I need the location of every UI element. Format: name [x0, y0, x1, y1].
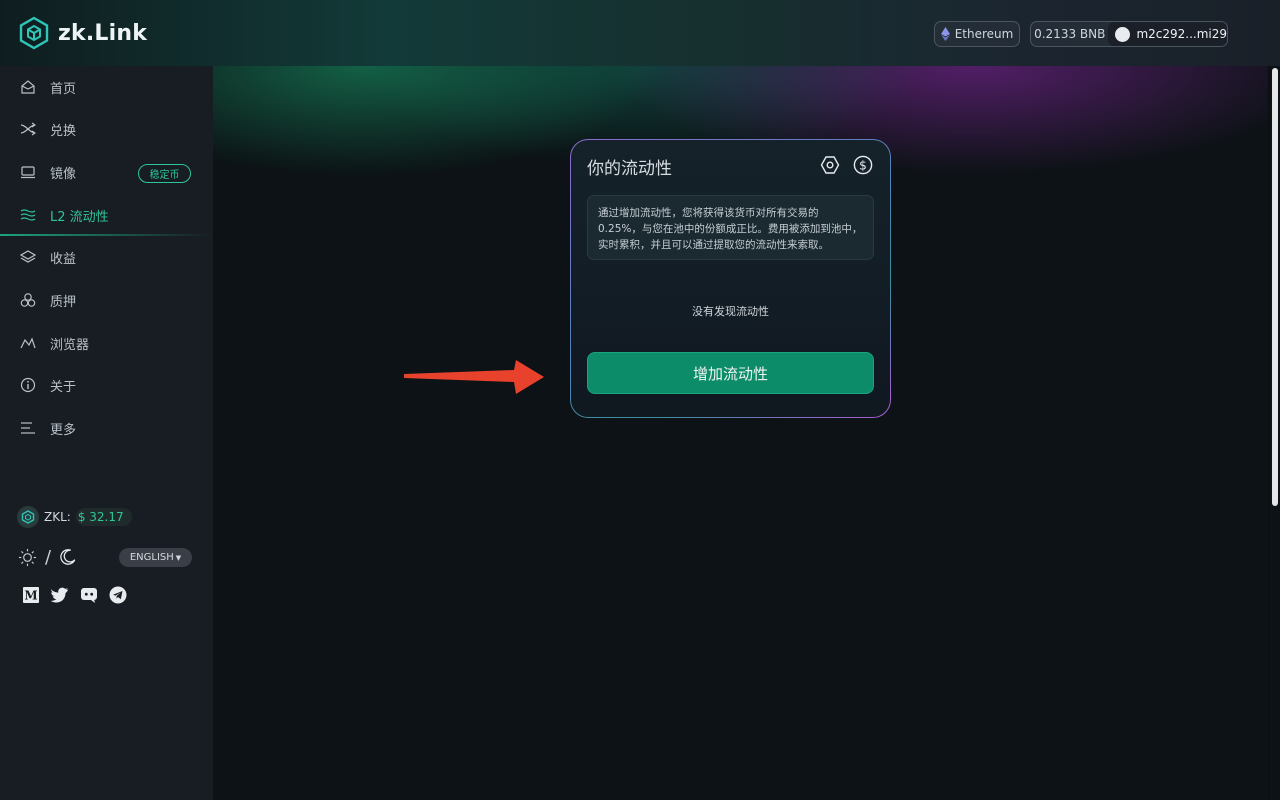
sidebar-item-label: 兑换 [50, 123, 77, 139]
network-label: Ethereum [954, 27, 1014, 41]
sidebar-item-label: 浏览器 [50, 337, 90, 353]
sidebar-item-earnings[interactable]: 收益 [0, 236, 213, 278]
sidebar-item-staking[interactable]: 质押 [0, 279, 213, 321]
brand-name: zk.Link [58, 20, 148, 46]
language-selector[interactable]: ENGLISH ▼ [119, 548, 192, 567]
sidebar-item-label: 关于 [50, 379, 77, 395]
wallet-widget[interactable]: 0.2133 BNB m2c292...mi29 [1030, 21, 1228, 47]
waves-icon [20, 209, 36, 221]
sidebar-item-label: 收益 [50, 251, 77, 267]
add-liquidity-button[interactable]: 增加流动性 [587, 352, 874, 394]
avatar [1115, 26, 1131, 42]
sidebar-item-explorer[interactable]: 浏览器 [0, 322, 213, 364]
sidebar-item-label: L2 流动性 [50, 209, 109, 225]
dollar-coin-icon[interactable]: $ [853, 155, 873, 175]
network-selector[interactable]: Ethereum [934, 21, 1020, 47]
liquidity-info-text: 通过增加流动性，您将获得该货币对所有交易的 0.25%，与您在池中的份额成正比。… [587, 195, 874, 260]
liquidity-card-body: 你的流动性 $ 通过增加流动性，您将获得该货币对所有交易的 0.25%，与您在池… [571, 140, 890, 417]
zkl-price: $ 32.17 [75, 508, 132, 526]
settings-hex-icon[interactable] [820, 155, 840, 175]
zkl-label: ZKL: [44, 510, 71, 524]
theme-separator: / [45, 546, 52, 568]
laptop-icon [21, 166, 35, 179]
app-header: zk.Link Ethereum 0.2133 BNB m2c292...mi2… [0, 0, 1280, 66]
telegram-icon[interactable] [109, 586, 127, 604]
svg-text:M: M [24, 589, 37, 603]
zkl-token-icon [17, 506, 39, 528]
info-icon [20, 377, 36, 393]
card-title: 你的流动性 [587, 159, 672, 179]
chart-line-icon [20, 337, 36, 349]
caret-down-icon: ▼ [175, 553, 182, 562]
sidebar-item-home[interactable]: 首页 [0, 66, 213, 108]
wallet-address-button[interactable]: m2c292...mi29 [1108, 22, 1227, 46]
layers-icon [20, 250, 36, 263]
sidebar-item-l2-liquidity[interactable]: L2 流动性 [0, 194, 213, 236]
arrow-annotation-icon [404, 360, 544, 394]
language-label: ENGLISH [129, 552, 174, 563]
zklink-logo-icon [19, 16, 49, 50]
medium-icon[interactable]: M [22, 586, 40, 604]
wallet-address: m2c292...mi29 [1136, 27, 1227, 41]
moon-icon[interactable] [59, 548, 77, 566]
wallet-balance: 0.2133 BNB [1034, 27, 1106, 41]
sidebar-item-label: 镜像 [50, 166, 77, 182]
stablecoin-badge[interactable]: 稳定币 [138, 164, 191, 183]
sidebar-item-about[interactable]: 关于 [0, 364, 213, 406]
scrollbar-thumb[interactable] [1272, 68, 1278, 506]
home-icon [21, 80, 35, 94]
sidebar-item-label: 更多 [50, 422, 77, 438]
ethereum-icon [940, 27, 950, 41]
circles-icon [20, 293, 36, 307]
sun-icon[interactable] [18, 548, 37, 567]
social-links: M [22, 586, 127, 604]
sidebar-item-label: 首页 [50, 81, 77, 97]
page-scrollbar[interactable] [1270, 66, 1280, 800]
twitter-icon[interactable] [51, 586, 69, 604]
menu-icon [21, 422, 35, 434]
theme-toggle: / [18, 546, 77, 568]
sidebar-item-swap[interactable]: 兑换 [0, 108, 213, 150]
discord-icon[interactable] [80, 586, 98, 604]
brand-logo[interactable]: zk.Link [18, 16, 147, 50]
sidebar-item-label: 质押 [50, 294, 77, 310]
svg-text:$: $ [859, 158, 867, 172]
swap-icon [20, 122, 36, 136]
sidebar-item-more[interactable]: 更多 [0, 407, 213, 449]
zkl-price-widget: ZKL: $ 32.17 [17, 506, 132, 528]
liquidity-card: 你的流动性 $ 通过增加流动性，您将获得该货币对所有交易的 0.25%，与您在池… [570, 139, 891, 418]
empty-liquidity-message: 没有发现流动性 [692, 305, 769, 318]
sidebar: 首页 兑换 镜像 稳定币 L2 流动性 收益 质押 浏览器 关于 更多 ZKL:… [0, 66, 213, 800]
